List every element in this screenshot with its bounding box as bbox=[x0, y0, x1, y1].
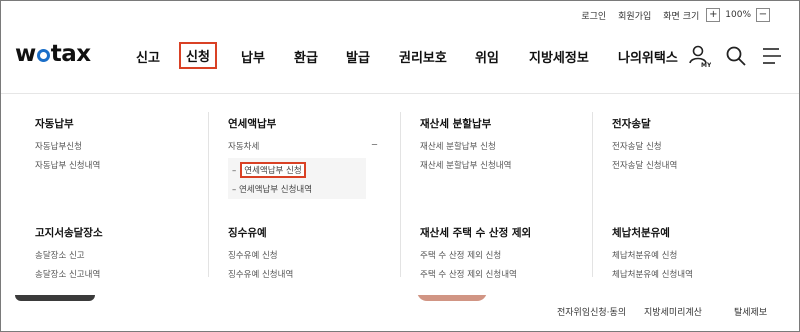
wetax-logo[interactable]: w tax bbox=[15, 41, 91, 67]
nav-item-delegate[interactable]: 위임 bbox=[475, 47, 499, 66]
menu-link[interactable]: 전자송달 신청내역 bbox=[612, 159, 792, 171]
menu-expandable-label: 자동차세 bbox=[228, 142, 260, 152]
mega-menu: 자동납부 자동납부신청 자동납부 신청내역 고지서송달장소 송달장소 신고 송달… bbox=[1, 93, 799, 295]
menu-link[interactable]: 자동납부신청 bbox=[35, 140, 215, 152]
submenu-label: 연세액납부 신청내역 bbox=[238, 185, 313, 195]
my-label: MY bbox=[701, 62, 711, 69]
quick-link-e-delegation[interactable]: 전자위임신청·동의 bbox=[557, 305, 626, 318]
menu-link[interactable]: 자동납부 신청내역 bbox=[35, 159, 215, 171]
utility-bar: 로그인 회원가입 화면 크기 + 100% − bbox=[581, 5, 773, 25]
menu-group-title: 전자송달 bbox=[612, 118, 651, 130]
menu-icon[interactable] bbox=[761, 45, 783, 67]
my-user-icon[interactable]: MY bbox=[689, 45, 712, 69]
logo-text-w: w bbox=[15, 41, 36, 67]
menu-group-delinquency-deferral: 체납처분유예 체납처분유예 신청 체납처분유예 신청내역 bbox=[612, 225, 792, 280]
menu-link[interactable]: 재산세 분할납부 신청 bbox=[420, 140, 600, 152]
signup-link[interactable]: 회원가입 bbox=[618, 9, 651, 22]
submenu-link-annual-pay-history[interactable]: – 연세액납부 신청내역 bbox=[232, 183, 360, 195]
menu-link[interactable]: 송달장소 신고 bbox=[35, 249, 215, 261]
menu-group-property-tax-installment: 재산세 분할납부 재산세 분할납부 신청 재산세 분할납부 신청내역 bbox=[420, 116, 600, 171]
menu-expandable-vehicle-tax[interactable]: 자동차세 − bbox=[228, 140, 378, 152]
menu-link[interactable]: 체납처분유예 신청내역 bbox=[612, 268, 792, 280]
menu-group-house-count-exclusion: 재산세 주택 수 산정 제외 주택 수 산정 제외 신청 주택 수 산정 제외 … bbox=[420, 225, 600, 280]
menu-group-delivery-place: 고지서송달장소 송달장소 신고 송달장소 신고내역 bbox=[35, 225, 215, 280]
menu-group-title: 체납처분유예 bbox=[612, 227, 670, 239]
menu-link[interactable]: 재산세 분할납부 신청내역 bbox=[420, 159, 600, 171]
menu-group-title: 자동납부 bbox=[35, 118, 74, 130]
nav-item-issue[interactable]: 발급 bbox=[346, 47, 370, 66]
menu-group-title: 재산세 분할납부 bbox=[420, 118, 492, 130]
browser-frame: 로그인 회원가입 화면 크기 + 100% − w tax 신고 신청 납부 환급… bbox=[0, 0, 800, 332]
nav-item-my-wetax[interactable]: 나의위택스 bbox=[618, 47, 678, 66]
menu-group-collection-deferral: 징수유예 징수유예 신청 징수유예 신청내역 bbox=[228, 225, 408, 280]
menu-group-title: 연세액납부 bbox=[228, 118, 277, 130]
nav-item-report[interactable]: 신고 bbox=[136, 47, 160, 66]
nav-item-rights[interactable]: 권리보호 bbox=[399, 47, 447, 66]
menu-link[interactable]: 징수유예 신청 bbox=[228, 249, 408, 261]
submenu-link-annual-pay-apply[interactable]: – 연세액납부 신청 bbox=[232, 162, 360, 178]
menu-group-annual-pay: 연세액납부 자동차세 − – 연세액납부 신청 – 연세액납부 신청내역 bbox=[228, 116, 408, 199]
menu-link[interactable]: 전자송달 신청 bbox=[612, 140, 792, 152]
zoom-in-button[interactable]: + bbox=[706, 8, 721, 22]
dash-icon: – bbox=[232, 185, 237, 195]
submenu-box: – 연세액납부 신청 – 연세액납부 신청내역 bbox=[228, 158, 366, 199]
menu-link[interactable]: 송달장소 신고내역 bbox=[35, 268, 215, 280]
menu-link[interactable]: 주택 수 산정 제외 신청내역 bbox=[420, 268, 600, 280]
menu-link[interactable]: 주택 수 산정 제외 신청 bbox=[420, 249, 600, 261]
dash-icon: – bbox=[232, 166, 237, 176]
zoom-label: 화면 크기 bbox=[663, 11, 700, 22]
logo-text-tax: tax bbox=[50, 41, 91, 67]
header-icons: MY bbox=[675, 45, 783, 69]
search-icon[interactable] bbox=[725, 45, 747, 67]
nav-item-local-tax-info[interactable]: 지방세정보 bbox=[529, 47, 589, 66]
highlighted-label: 연세액납부 신청 bbox=[240, 162, 306, 178]
menu-group-auto-pay: 자동납부 자동납부신청 자동납부 신청내역 bbox=[35, 116, 215, 171]
menu-group-title: 재산세 주택 수 산정 제외 bbox=[420, 227, 532, 239]
nav-item-apply[interactable]: 신청 bbox=[179, 42, 217, 69]
collapse-icon[interactable]: − bbox=[371, 140, 378, 152]
menu-group-title: 고지서송달장소 bbox=[35, 227, 103, 239]
quick-link-tax-evasion-report[interactable]: 탈세제보 bbox=[734, 305, 767, 318]
nav-item-pay[interactable]: 납부 bbox=[241, 47, 265, 66]
login-link[interactable]: 로그인 bbox=[581, 9, 606, 22]
quick-link-tax-calculator[interactable]: 지방세미리계산 bbox=[644, 305, 702, 318]
menu-link[interactable]: 징수유예 신청내역 bbox=[228, 268, 408, 280]
logo-e-icon bbox=[36, 49, 50, 62]
zoom-value: 100% bbox=[725, 10, 751, 20]
zoom-out-button[interactable]: − bbox=[756, 8, 770, 22]
nav-item-refund[interactable]: 환급 bbox=[294, 47, 318, 66]
menu-group-title: 징수유예 bbox=[228, 227, 267, 239]
menu-link[interactable]: 체납처분유예 신청 bbox=[612, 249, 792, 261]
menu-group-e-delivery: 전자송달 전자송달 신청 전자송달 신청내역 bbox=[612, 116, 792, 171]
